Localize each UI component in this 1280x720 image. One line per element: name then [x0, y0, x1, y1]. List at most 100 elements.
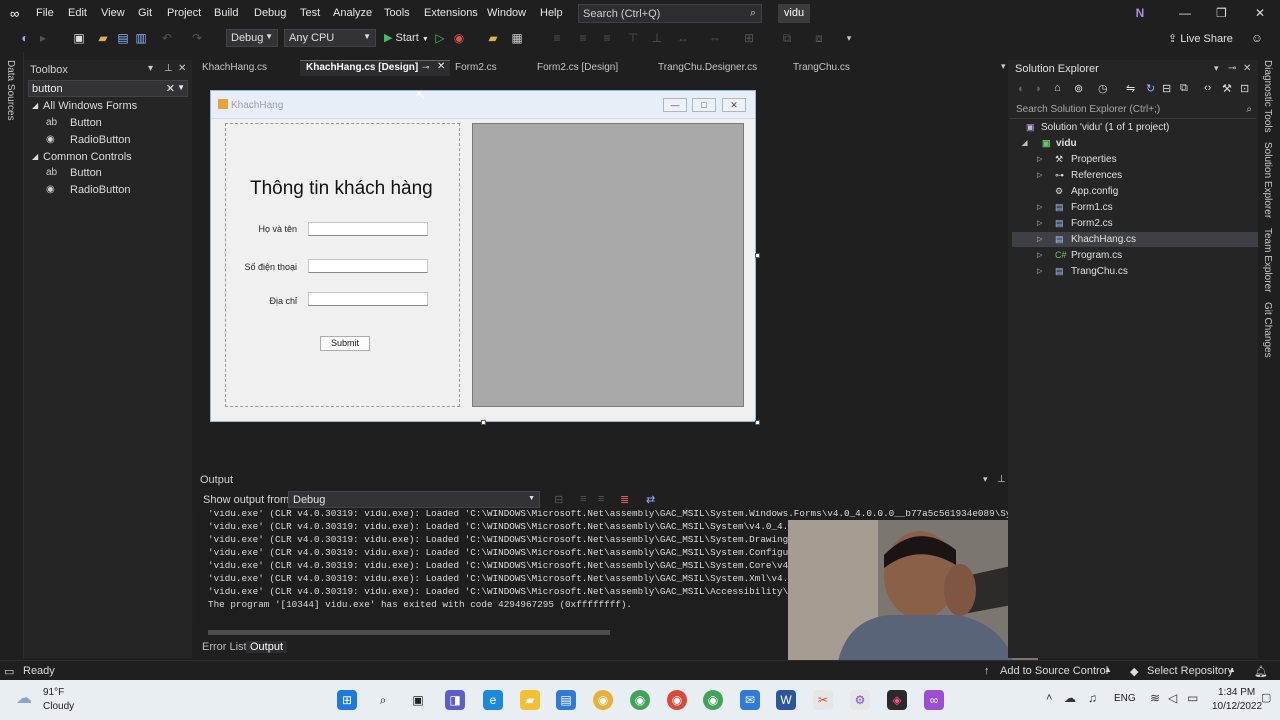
tab-form2-design[interactable]: Form2.cs [Design] [537, 62, 618, 73]
mail-icon[interactable]: ✉ [740, 690, 760, 710]
layout-icon[interactable]: ▦ [510, 31, 524, 45]
right-panel[interactable] [472, 123, 744, 407]
new-project-icon[interactable]: ▣ [72, 31, 86, 45]
tree-item-form1[interactable]: ▷ ▤ Form1.cs [1037, 200, 1113, 215]
git-changes-tab[interactable]: Git Changes [1262, 302, 1273, 358]
toolbox-group-all-forms[interactable]: ◢ All Windows Forms [32, 100, 137, 112]
live-share-button[interactable]: ⇪ Live Share [1168, 32, 1233, 45]
microphone-icon[interactable]: ♫ [1088, 691, 1097, 705]
close-icon[interactable]: ✕ [178, 63, 186, 74]
menu-test[interactable]: Test [300, 7, 320, 19]
toolbox-search-input[interactable]: button ✕ ▼ [28, 80, 188, 97]
wifi-icon[interactable]: ≋ [1150, 691, 1160, 705]
submit-button[interactable]: Submit [320, 336, 370, 351]
designed-form-window[interactable]: KhachHang — □ ✕ Thông tin khách hàng Họ … [210, 90, 756, 422]
menu-git[interactable]: Git [138, 7, 152, 19]
undo-icon[interactable]: ↶ [160, 31, 174, 45]
word-icon[interactable]: W [776, 690, 796, 710]
git-icon[interactable]: ⊚ [1074, 82, 1083, 95]
forward-icon[interactable]: ◑ [1034, 83, 1041, 95]
toolbox-group-common[interactable]: ◢ Common Controls [32, 151, 132, 163]
refresh-icon[interactable]: ↻ [1146, 82, 1155, 95]
properties-icon[interactable]: ⚒ [1222, 82, 1232, 95]
address-textbox[interactable] [308, 292, 428, 306]
chrome-profile-3-icon[interactable]: ◉ [703, 690, 723, 710]
chrome-icon[interactable]: ◉ [593, 690, 613, 710]
menu-view[interactable]: View [101, 7, 125, 19]
align-middle-icon[interactable]: ⊥ [650, 31, 664, 45]
tab-overflow-icon[interactable]: ▾ [1001, 61, 1006, 72]
redo-icon[interactable]: ↷ [190, 31, 204, 45]
clear-all-icon[interactable]: ≣ [620, 493, 629, 506]
project-node[interactable]: ◢ ▣ vidu [1022, 136, 1077, 151]
store-icon[interactable]: ▤ [556, 690, 576, 710]
tree-item-properties[interactable]: ▷ ⚒ Properties [1037, 152, 1117, 167]
menu-project[interactable]: Project [167, 7, 201, 19]
tree-item-form2[interactable]: ▷ ▤ Form2.cs [1037, 216, 1113, 231]
grid-icon[interactable]: ⊞ [742, 31, 756, 45]
settings-tool-icon[interactable]: ⚙ [850, 690, 870, 710]
menu-extensions[interactable]: Extensions [424, 7, 478, 19]
open-folder-icon[interactable]: ▰ [96, 31, 110, 45]
resize-handle[interactable] [755, 253, 760, 258]
tab-trangchu-cs[interactable]: TrangChu.cs [793, 62, 850, 73]
menu-window[interactable]: Window [487, 7, 526, 19]
tab-khachhang-design[interactable]: KhachHang.cs [Design] [306, 62, 418, 73]
folder-icon[interactable]: ▰ [486, 31, 500, 45]
scrollbar-thumb[interactable] [208, 630, 610, 635]
hot-reload-icon[interactable]: ◉ [452, 31, 466, 45]
resize-handle[interactable] [481, 420, 486, 425]
tab-output[interactable]: Output [246, 641, 288, 653]
tab-order-icon[interactable]: ⧈ [812, 31, 826, 45]
word-wrap-icon[interactable]: ⇄ [646, 493, 655, 506]
platform-dropdown[interactable]: Any CPU ▼ [284, 29, 376, 47]
menu-tools[interactable]: Tools [384, 7, 410, 19]
tab-form2-cs[interactable]: Form2.cs [455, 62, 497, 73]
toolbox-item-button[interactable]: ab Button [46, 117, 102, 129]
clear-icon[interactable]: ✕ [166, 82, 175, 95]
edge-icon[interactable]: e [483, 690, 503, 710]
language-indicator[interactable]: ENG [1114, 693, 1136, 704]
clock-icon[interactable]: ◷ [1098, 82, 1108, 95]
onedrive-icon[interactable]: ☁ [1064, 691, 1076, 705]
order-icon[interactable]: ⧉ [780, 31, 794, 45]
figma-icon[interactable]: ◈ [887, 690, 907, 710]
chevron-down-icon[interactable]: ▾ [148, 63, 153, 74]
save-all-icon[interactable]: ▥ [134, 31, 148, 45]
clock-date[interactable]: 10/12/2022 [1212, 701, 1262, 712]
taskbar-search-icon[interactable]: ⌕ [373, 690, 393, 710]
clock-time[interactable]: 1:34 PM [1218, 687, 1255, 698]
menu-help[interactable]: Help [540, 7, 563, 19]
solution-explorer-tab[interactable]: Solution Explorer [1262, 142, 1273, 218]
menu-build[interactable]: Build [214, 7, 238, 19]
chrome-profile-icon[interactable]: ◉ [630, 690, 650, 710]
add-to-source-control-button[interactable]: Add to Source Control [1000, 665, 1108, 677]
team-explorer-tab[interactable]: Team Explorer [1262, 228, 1273, 292]
chevron-down-icon[interactable]: ▾ [983, 474, 988, 485]
align-top-icon[interactable]: ⊤ [626, 31, 640, 45]
back-icon[interactable]: ◐ [1018, 83, 1025, 95]
next-message-icon[interactable]: ≡ [598, 493, 604, 505]
tree-item-program[interactable]: ▷ C# Program.cs [1037, 248, 1122, 263]
config-dropdown[interactable]: Debug ▼ [226, 29, 278, 47]
visual-studio-icon[interactable]: ∞ [924, 690, 944, 710]
avatar[interactable]: N [1132, 5, 1148, 21]
left-panel[interactable]: Thông tin khách hàng Họ và tên Số điện t… [225, 123, 460, 407]
name-textbox[interactable] [308, 222, 428, 236]
spacing-icon[interactable]: ⇔ [708, 31, 722, 45]
start-without-debug-icon[interactable]: ▷ [433, 31, 447, 45]
tab-khachhang-cs[interactable]: KhachHang.cs [202, 62, 267, 73]
battery-icon[interactable]: ▭ [1187, 691, 1198, 705]
toolbox-item-button[interactable]: ab Button [46, 167, 102, 179]
menu-analyze[interactable]: Analyze [333, 7, 372, 19]
tree-item-khachhang[interactable]: ▷ ▤ KhachHang.cs [1037, 232, 1136, 247]
preview-icon[interactable]: ⊡ [1240, 82, 1249, 95]
back-icon[interactable]: ◐ [18, 31, 32, 45]
feedback-icon[interactable]: ☺ [1250, 31, 1264, 45]
tab-trangchu-designer[interactable]: TrangChu.Designer.cs [658, 62, 757, 73]
start-button[interactable]: ▶ Start ▼ [384, 31, 429, 44]
tree-item-trangchu[interactable]: ▷ ▤ TrangChu.cs [1037, 264, 1128, 279]
chevron-up-icon[interactable]: ˄ [1046, 692, 1052, 704]
output-source-dropdown[interactable]: Debug ▼ [288, 491, 540, 508]
file-explorer-icon[interactable]: ▰ [520, 690, 540, 710]
